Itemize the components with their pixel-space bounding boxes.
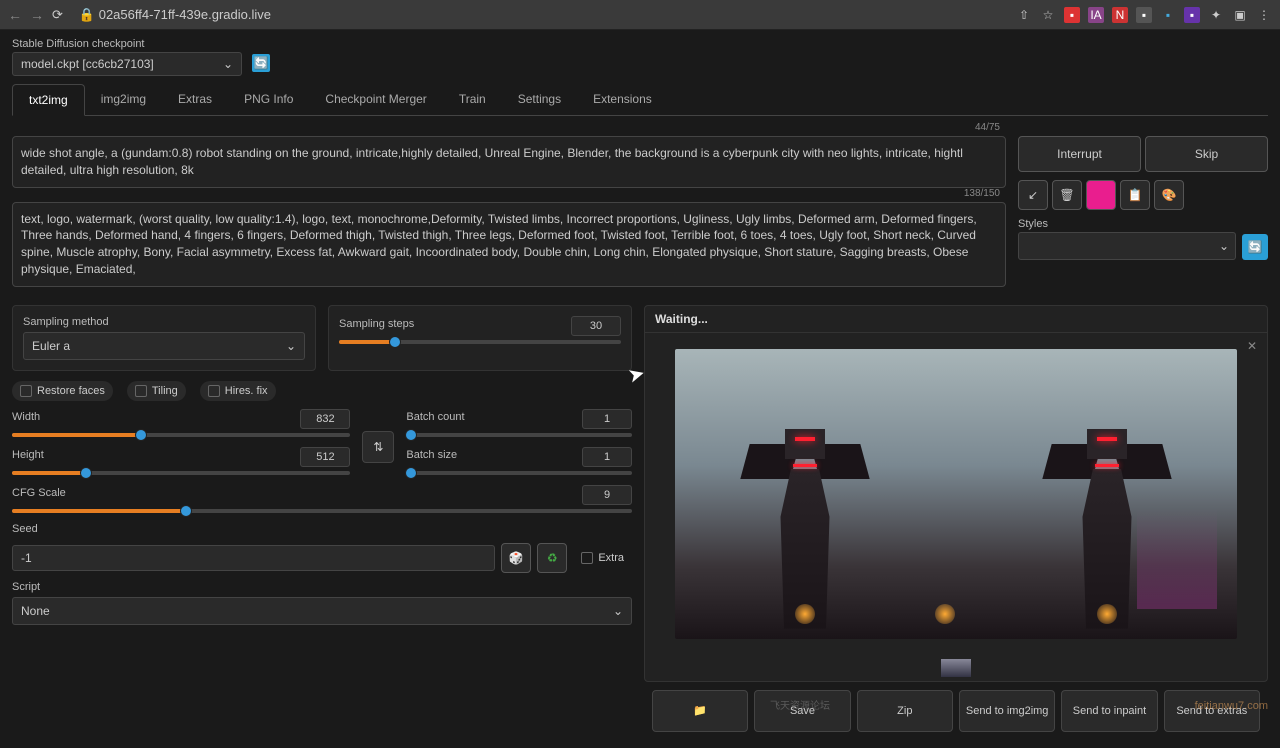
restore-faces-checkbox[interactable]: Restore faces — [12, 381, 113, 401]
skip-button[interactable]: Skip — [1145, 136, 1268, 172]
share-icon[interactable]: ⇧ — [1016, 7, 1032, 23]
tab-img2img[interactable]: img2img — [85, 84, 162, 115]
arrow-icon-button[interactable]: ↙ — [1018, 180, 1048, 210]
zip-button[interactable]: Zip — [857, 690, 953, 732]
style-create-button[interactable] — [1086, 180, 1116, 210]
tab-checkpoint-merger[interactable]: Checkpoint Merger — [309, 84, 442, 115]
width-input[interactable]: 832 — [300, 409, 350, 429]
extra-seed-checkbox[interactable]: Extra — [573, 548, 632, 568]
negative-token-count: 138/150 — [964, 188, 1000, 199]
checkpoint-label: Stable Diffusion checkpoint — [12, 38, 242, 50]
height-slider[interactable] — [12, 471, 350, 475]
batch-count-slider[interactable] — [406, 433, 632, 437]
width-label: Width — [12, 411, 40, 423]
apply-style-button[interactable]: 🔄 — [1242, 234, 1268, 260]
chevron-down-icon: ⌄ — [1219, 239, 1229, 253]
tab-extensions[interactable]: Extensions — [577, 84, 668, 115]
negative-prompt-input[interactable]: text, logo, watermark, (worst quality, l… — [12, 202, 1006, 287]
reuse-seed-button[interactable]: ♻ — [537, 543, 567, 573]
refresh-checkpoint-button[interactable]: 🔄 — [252, 54, 270, 72]
menu-icon[interactable]: ⋮ — [1256, 7, 1272, 23]
close-icon[interactable]: ✕ — [1247, 339, 1257, 353]
prompt-input[interactable]: wide shot angle, a (gundam:0.8) robot st… — [12, 136, 1006, 188]
height-label: Height — [12, 449, 44, 461]
send-img2img-button[interactable]: Send to img2img — [959, 690, 1055, 732]
forward-icon[interactable]: → — [30, 7, 44, 23]
reload-icon[interactable]: ⟳ — [52, 7, 63, 23]
batch-count-label: Batch count — [406, 411, 464, 423]
sampling-steps-input[interactable]: 30 — [571, 316, 621, 336]
seed-input[interactable]: -1 — [12, 545, 495, 571]
cfg-input[interactable]: 9 — [582, 485, 632, 505]
ext-icon[interactable]: N — [1112, 7, 1128, 23]
output-thumbnail[interactable] — [941, 659, 971, 677]
watermark: feitianwu7.com — [1195, 700, 1268, 712]
swap-dimensions-button[interactable]: ⇅ — [362, 431, 394, 463]
tab-train[interactable]: Train — [443, 84, 502, 115]
tab-settings[interactable]: Settings — [502, 84, 577, 115]
ext-icon[interactable]: ▪ — [1160, 7, 1176, 23]
watermark: 飞天资源论坛 — [770, 697, 830, 712]
browser-bar: ← → ⟳ 🔒 02a56ff4-71ff-439e.gradio.live ⇧… — [0, 0, 1280, 30]
extensions-icon[interactable]: ✦ — [1208, 7, 1224, 23]
hires-fix-checkbox[interactable]: Hires. fix — [200, 381, 276, 401]
tab-txt2img[interactable]: txt2img — [12, 84, 85, 116]
ext-icon[interactable]: ▪ — [1064, 7, 1080, 23]
main-tabs: txt2img img2img Extras PNG Info Checkpoi… — [12, 84, 1268, 116]
output-image[interactable] — [675, 349, 1237, 639]
script-select[interactable]: None⌄ — [12, 597, 632, 625]
height-input[interactable]: 512 — [300, 447, 350, 467]
panel-icon[interactable]: ▣ — [1232, 7, 1248, 23]
width-slider[interactable] — [12, 433, 350, 437]
batch-count-input[interactable]: 1 — [582, 409, 632, 429]
cfg-label: CFG Scale — [12, 487, 66, 499]
browser-extensions: ⇧ ☆ ▪ IA N ▪ ▪ ▪ ✦ ▣ ⋮ — [1016, 7, 1272, 23]
star-icon[interactable]: ☆ — [1040, 7, 1056, 23]
trash-icon-button[interactable]: 🗑 — [1052, 180, 1082, 210]
send-inpaint-button[interactable]: Send to inpaint — [1061, 690, 1157, 732]
tab-pnginfo[interactable]: PNG Info — [228, 84, 309, 115]
styles-label: Styles — [1018, 218, 1236, 230]
palette-icon-button[interactable]: 🎨 — [1154, 180, 1184, 210]
tiling-checkbox[interactable]: Tiling — [127, 381, 186, 401]
seed-label: Seed — [12, 523, 632, 535]
batch-size-label: Batch size — [406, 449, 457, 461]
back-icon[interactable]: ← — [8, 7, 22, 23]
sampling-steps-slider[interactable] — [339, 340, 621, 344]
checkpoint-select[interactable]: model.ckpt [cc6cb27103] ⌄ — [12, 52, 242, 76]
ext-icon[interactable]: ▪ — [1184, 7, 1200, 23]
sampling-method-select[interactable]: Euler a⌄ — [23, 332, 305, 360]
tab-extras[interactable]: Extras — [162, 84, 228, 115]
ext-icon[interactable]: IA — [1088, 7, 1104, 23]
chevron-down-icon: ⌄ — [223, 57, 233, 71]
ext-icon[interactable]: ▪ — [1136, 7, 1152, 23]
cfg-slider[interactable] — [12, 509, 632, 513]
url-bar[interactable]: 🔒 02a56ff4-71ff-439e.gradio.live — [71, 7, 1008, 23]
open-folder-button[interactable]: 📁 — [652, 690, 748, 732]
batch-size-slider[interactable] — [406, 471, 632, 475]
chevron-down-icon: ⌄ — [613, 604, 623, 618]
prompt-token-count: 44/75 — [975, 122, 1000, 133]
batch-size-input[interactable]: 1 — [582, 447, 632, 467]
chevron-down-icon: ⌄ — [286, 339, 296, 353]
output-status: Waiting... — [645, 306, 1267, 333]
script-label: Script — [12, 581, 632, 593]
random-seed-button[interactable]: 🎲 — [501, 543, 531, 573]
styles-select[interactable]: ⌄ — [1018, 232, 1236, 260]
interrupt-button[interactable]: Interrupt — [1018, 136, 1141, 172]
sampling-method-label: Sampling method — [23, 316, 305, 328]
output-panel: Waiting... ✕ — [644, 305, 1268, 682]
clipboard-icon-button[interactable]: 📋 — [1120, 180, 1150, 210]
sampling-steps-label: Sampling steps — [339, 318, 414, 330]
